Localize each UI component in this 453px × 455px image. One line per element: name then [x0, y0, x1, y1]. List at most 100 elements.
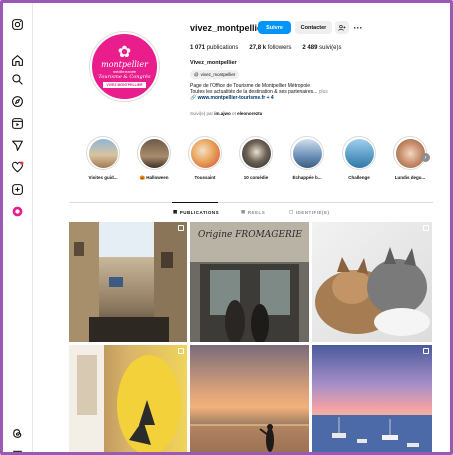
- post-tile[interactable]: [190, 345, 309, 452]
- post-tile[interactable]: [69, 345, 187, 452]
- posts-count: 1 071: [190, 45, 206, 51]
- profile-avatar-icon[interactable]: [10, 204, 24, 218]
- profile-username: vivez_montpellier: [190, 23, 266, 33]
- threads-handle-text: vivez_montpellier: [200, 72, 236, 77]
- followed-by-joiner: et: [232, 111, 236, 116]
- highlight-ring: [137, 136, 171, 170]
- highlight-item[interactable]: Visites guid...: [85, 136, 121, 180]
- post-harbour-sunset-image: [312, 415, 432, 452]
- reels-icon[interactable]: [10, 116, 24, 130]
- highlight-ring: [86, 136, 120, 170]
- search-icon[interactable]: [10, 72, 24, 86]
- highlight-item[interactable]: Challenge: [341, 136, 377, 180]
- followed-by-prefix: Suivi(e) par: [190, 111, 214, 116]
- following-label: suivi(e)s: [319, 45, 342, 51]
- tabs-divider: [69, 202, 433, 203]
- highlight-label: 10 comédie: [243, 175, 269, 180]
- add-user-icon: [338, 24, 346, 31]
- contact-button[interactable]: Contacter: [295, 21, 332, 34]
- highlight-item[interactable]: Échappée b...: [289, 136, 325, 180]
- avatar-star-logo-icon: ✿: [117, 43, 132, 61]
- follow-button[interactable]: Suivre: [258, 21, 291, 34]
- post-tile[interactable]: [312, 345, 432, 452]
- following-count: 2 489: [302, 45, 318, 51]
- highlight-cover: [344, 138, 374, 168]
- highlight-cover: [139, 138, 169, 168]
- highlight-cover: [88, 138, 118, 168]
- highlight-ring: [342, 136, 376, 170]
- highlight-label: Toussaint: [194, 175, 216, 180]
- profile-avatar[interactable]: ✿ montpellier méditerranée Tourisme & Co…: [90, 32, 159, 101]
- post-tile[interactable]: Origine FROMAGERIE: [190, 222, 309, 342]
- followed-by-user-2: eleonoreztu: [237, 111, 263, 116]
- bio-website-text: www.montpellier-tourisme.fr + 4: [197, 95, 274, 101]
- highlight-label: Échappée b...: [292, 175, 322, 180]
- multi-photo-icon: [423, 225, 429, 231]
- avatar-banner: VIVEZ MONTPELLIER: [103, 81, 146, 88]
- post-sunset-beach-image: [190, 424, 309, 452]
- highlight-label: Visites guid...: [88, 175, 118, 180]
- tab-reels-label: REELS: [247, 209, 266, 215]
- explore-icon[interactable]: [10, 94, 24, 108]
- suggest-users-button[interactable]: [335, 21, 349, 34]
- highlight-cover: [292, 138, 322, 168]
- tab-tagged[interactable]: ▢ IDENTIFIÉ(E): [289, 209, 330, 215]
- profile-stats: 1 071 publications 27,8 k followers 2 48…: [190, 45, 341, 51]
- posts-stat: 1 071 publications: [190, 45, 238, 51]
- highlight-label: 🎃 Halloween: [139, 175, 169, 180]
- highlight-item[interactable]: 🎃 Halloween: [136, 136, 172, 181]
- messages-icon[interactable]: [10, 138, 24, 152]
- highlight-ring: [188, 136, 222, 170]
- link-icon: 🔗: [190, 95, 197, 101]
- highlight-cover: [190, 138, 220, 168]
- highlight-ring: [239, 136, 273, 170]
- tab-posts[interactable]: ▦ PUBLICATIONS: [173, 209, 219, 215]
- highlight-item[interactable]: Toussaint: [187, 136, 223, 180]
- threads-small-icon: @: [194, 72, 199, 77]
- post-cats-image: [315, 247, 430, 336]
- create-icon[interactable]: [10, 182, 24, 196]
- highlight-cover: [241, 138, 271, 168]
- fromagerie-sign-text: Origine FROMAGERIE: [198, 230, 302, 240]
- instagram-logo-icon[interactable]: [10, 17, 24, 31]
- followed-by[interactable]: Suivi(e) par im.ajwo et eleonoreztu: [190, 111, 262, 116]
- followers-count: 27,8 k: [249, 45, 267, 51]
- posts-label: publications: [206, 45, 239, 51]
- instagram-window: ✿ montpellier méditerranée Tourisme & Co…: [0, 0, 453, 455]
- threads-icon[interactable]: [10, 426, 24, 440]
- reels-tab-icon: ▣: [241, 209, 246, 214]
- followers-label: followers: [267, 45, 292, 51]
- multi-photo-icon: [178, 348, 184, 354]
- highlight-item[interactable]: 10 comédie: [238, 136, 274, 180]
- followed-by-user-1: im.ajwo: [214, 111, 231, 116]
- highlights-next-chevron-icon[interactable]: ›: [421, 153, 430, 162]
- followers-stat[interactable]: 27,8 k followers: [249, 45, 291, 51]
- threads-handle-chip[interactable]: @ vivez_montpellier: [190, 70, 240, 79]
- post-tile[interactable]: [312, 222, 432, 342]
- multi-photo-icon: [178, 225, 184, 231]
- avatar-logo-text: montpellier: [101, 59, 148, 69]
- tab-tagged-label: IDENTIFIÉ(E): [295, 209, 330, 215]
- avatar-script-text: Tourisme & Congrès: [98, 73, 151, 80]
- tab-active-indicator: [172, 202, 218, 203]
- highlight-cover: [395, 138, 425, 168]
- post-street-image: [69, 222, 187, 342]
- menu-icon[interactable]: [10, 446, 24, 452]
- highlight-label: Lundis degu...: [394, 175, 426, 180]
- post-tile[interactable]: [69, 222, 187, 342]
- bio-more-link[interactable]: plus: [319, 89, 328, 95]
- tab-posts-label: PUBLICATIONS: [179, 209, 220, 215]
- bio-website-link[interactable]: 🔗 www.montpellier-tourisme.fr + 4: [190, 95, 274, 101]
- tab-reels[interactable]: ▣ REELS: [241, 209, 265, 215]
- grid-icon: ▦: [173, 209, 178, 214]
- notifications-heart-icon[interactable]: [10, 160, 24, 174]
- home-icon[interactable]: [10, 53, 24, 67]
- highlight-ring: [290, 136, 324, 170]
- highlight-label: Challenge: [348, 175, 370, 180]
- more-options-button[interactable]: ···: [352, 21, 364, 34]
- tagged-icon: ▢: [289, 209, 294, 214]
- multi-photo-icon: [423, 348, 429, 354]
- left-sidebar: [3, 3, 33, 452]
- post-art-image: [69, 345, 181, 452]
- following-stat[interactable]: 2 489 suivi(e)s: [302, 45, 341, 51]
